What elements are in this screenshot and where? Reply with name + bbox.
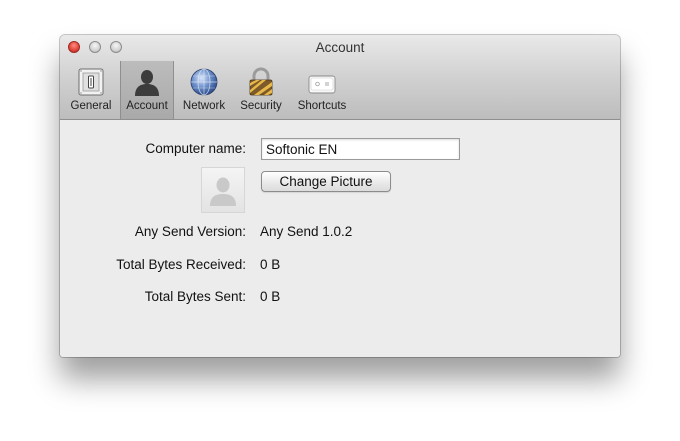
tab-shortcuts[interactable]: Shortcuts — [291, 61, 353, 119]
tab-security[interactable]: Security — [235, 61, 287, 119]
screenshot-stage: Account General Account Network Security… — [0, 0, 680, 441]
avatar[interactable] — [201, 167, 245, 213]
tab-account-label: Account — [126, 100, 168, 112]
user-silhouette-icon — [132, 67, 162, 97]
tab-network[interactable]: Network — [178, 61, 230, 119]
tab-general[interactable]: General — [66, 61, 116, 119]
tab-security-label: Security — [240, 100, 282, 112]
tab-network-label: Network — [182, 100, 226, 112]
padlock-icon — [246, 67, 276, 97]
change-picture-button[interactable]: Change Picture — [261, 171, 391, 192]
bytes-sent-value: 0 B — [260, 289, 281, 304]
computer-name-field[interactable] — [261, 138, 460, 160]
tab-shortcuts-label: Shortcuts — [297, 100, 347, 112]
bytes-received-label: Total Bytes Received: — [116, 257, 246, 272]
version-label: Any Send Version: — [134, 224, 246, 239]
account-pane: Computer name: Change Picture Any Send V… — [60, 120, 620, 357]
tab-account[interactable]: Account — [120, 61, 174, 119]
computer-name-label: Computer name: — [145, 141, 246, 156]
keyboard-key-icon — [307, 67, 337, 97]
default-user-picture-icon — [210, 177, 236, 206]
preferences-window: Account General Account Network Security… — [60, 35, 620, 357]
bytes-sent-label: Total Bytes Sent: — [144, 289, 246, 304]
switch-icon — [76, 67, 106, 97]
globe-icon — [189, 67, 219, 97]
bytes-received-value: 0 B — [260, 257, 281, 272]
window-title: Account — [315, 40, 365, 55]
version-value: Any Send 1.0.2 — [260, 224, 353, 239]
tab-general-label: General — [70, 100, 112, 112]
window-toolbar: Account General Account Network Security… — [60, 35, 620, 120]
